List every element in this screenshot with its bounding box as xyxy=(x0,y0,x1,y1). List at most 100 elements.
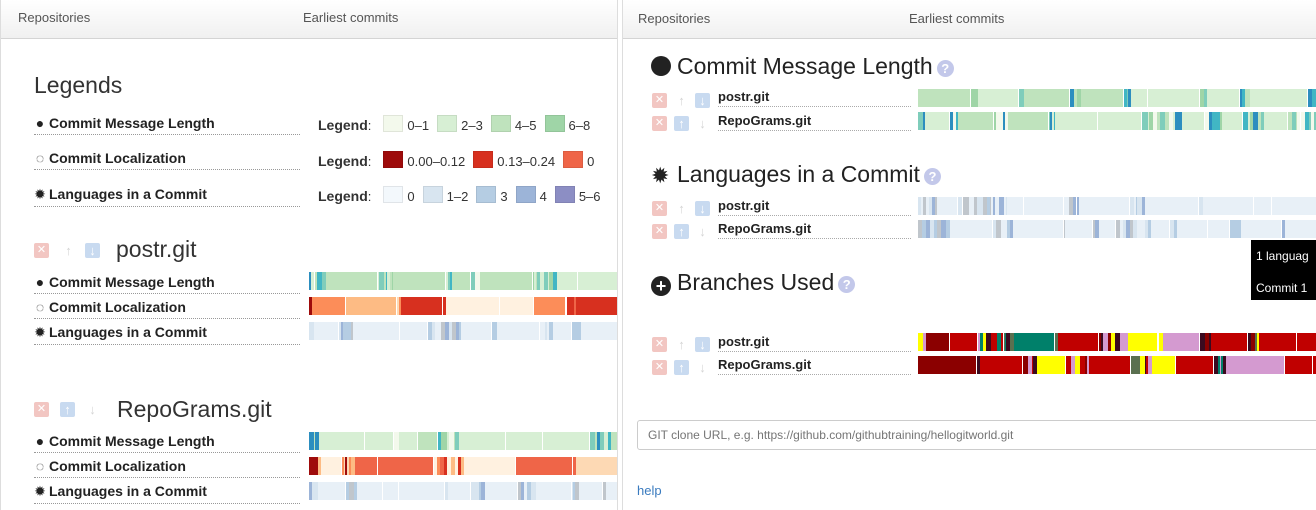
commit-block[interactable] xyxy=(979,356,1023,374)
remove-repo-icon[interactable]: ✕ xyxy=(34,402,49,417)
commit-block[interactable] xyxy=(1012,220,1063,238)
commit-block[interactable] xyxy=(1230,356,1284,374)
commit-block[interactable] xyxy=(1089,356,1131,374)
commit-block[interactable] xyxy=(496,322,540,340)
remove-repo-icon[interactable]: ✕ xyxy=(652,224,667,239)
commit-block[interactable] xyxy=(1007,197,1023,215)
commit-block[interactable] xyxy=(377,457,433,475)
commit-block[interactable] xyxy=(1023,197,1063,215)
postr-message-length-bar[interactable] xyxy=(309,272,617,290)
commit-block[interactable] xyxy=(1144,197,1198,215)
move-up-icon[interactable]: ↑ xyxy=(674,224,689,239)
move-down-icon[interactable]: ↓ xyxy=(695,201,710,216)
remove-repo-icon[interactable]: ✕ xyxy=(652,337,667,352)
commit-block[interactable] xyxy=(957,112,993,130)
commit-block[interactable] xyxy=(364,432,393,450)
postr-languages-bar[interactable] xyxy=(918,197,1316,215)
commit-block[interactable] xyxy=(1175,356,1214,374)
commit-block[interactable] xyxy=(1311,89,1316,107)
commit-block[interactable] xyxy=(576,457,617,475)
commit-block[interactable] xyxy=(553,322,572,340)
repograms-message-length-bar[interactable] xyxy=(918,112,1316,130)
move-up-icon[interactable]: ↑ xyxy=(60,402,75,417)
commit-block[interactable] xyxy=(1182,112,1204,130)
commit-block[interactable] xyxy=(354,457,377,475)
move-down-icon[interactable]: ↓ xyxy=(695,360,710,375)
move-down-icon[interactable]: ↓ xyxy=(695,116,710,131)
remove-repo-icon[interactable]: ✕ xyxy=(34,243,49,258)
commit-block[interactable] xyxy=(918,89,971,107)
move-up-icon[interactable]: ↑ xyxy=(61,243,76,258)
commit-block[interactable] xyxy=(506,432,542,450)
commit-block[interactable] xyxy=(1079,197,1129,215)
help-link[interactable]: help xyxy=(637,483,662,498)
commit-block[interactable] xyxy=(318,482,345,500)
repograms-message-length-bar[interactable] xyxy=(309,432,617,450)
commit-block[interactable] xyxy=(460,432,506,450)
commit-block[interactable] xyxy=(484,482,518,500)
commit-block[interactable] xyxy=(319,432,364,450)
postr-branches-bar[interactable] xyxy=(918,333,1316,351)
commit-block[interactable] xyxy=(605,482,617,500)
move-down-icon[interactable]: ↓ xyxy=(85,243,100,258)
commit-block[interactable] xyxy=(924,356,977,374)
remove-repo-icon[interactable]: ✕ xyxy=(652,93,667,108)
commit-block[interactable] xyxy=(382,482,399,500)
commit-block[interactable] xyxy=(418,432,437,450)
commit-block[interactable] xyxy=(1041,356,1065,374)
commit-block[interactable] xyxy=(950,333,978,351)
commit-block[interactable] xyxy=(1284,356,1313,374)
commit-block[interactable] xyxy=(1147,89,1199,107)
commit-block[interactable] xyxy=(398,432,418,450)
move-up-icon[interactable]: ↑ xyxy=(674,337,689,352)
commit-block[interactable] xyxy=(1285,220,1316,238)
commit-block[interactable] xyxy=(447,482,470,500)
nav-repositories[interactable]: Repositories xyxy=(18,10,90,25)
commit-block[interactable] xyxy=(464,457,516,475)
commit-block[interactable] xyxy=(1007,112,1049,130)
move-down-icon[interactable]: ↓ xyxy=(695,224,710,239)
commit-block[interactable] xyxy=(519,457,573,475)
commit-block[interactable] xyxy=(1151,220,1170,238)
commit-block[interactable] xyxy=(392,272,446,290)
commit-block[interactable] xyxy=(325,272,377,290)
commit-block[interactable] xyxy=(1015,333,1054,351)
commit-block[interactable] xyxy=(451,272,470,290)
commit-block[interactable] xyxy=(1081,89,1124,107)
commit-block[interactable] xyxy=(1211,333,1248,351)
remove-repo-icon[interactable]: ✕ xyxy=(652,116,667,131)
commit-block[interactable] xyxy=(576,297,617,315)
commit-block[interactable] xyxy=(1151,356,1175,374)
commit-block[interactable] xyxy=(357,482,382,500)
commit-block[interactable] xyxy=(1131,89,1147,107)
commit-block[interactable] xyxy=(1224,112,1243,130)
commit-block[interactable] xyxy=(611,432,617,450)
nav-repositories[interactable]: Repositories xyxy=(638,11,710,26)
commit-block[interactable] xyxy=(1181,220,1207,238)
commit-block[interactable] xyxy=(577,272,617,290)
commit-block[interactable] xyxy=(479,272,532,290)
commit-block[interactable] xyxy=(978,89,1019,107)
move-up-icon[interactable]: ↑ xyxy=(674,116,689,131)
repograms-branches-bar[interactable] xyxy=(918,356,1316,374)
move-up-icon[interactable]: ↑ xyxy=(674,201,689,216)
move-up-icon[interactable]: ↑ xyxy=(674,360,689,375)
commit-block[interactable] xyxy=(1054,112,1097,130)
commit-block[interactable] xyxy=(1254,197,1271,215)
commit-block[interactable] xyxy=(321,457,342,475)
commit-block[interactable] xyxy=(533,297,566,315)
commit-block[interactable] xyxy=(929,112,950,130)
commit-block[interactable] xyxy=(580,322,617,340)
commit-block[interactable] xyxy=(579,482,602,500)
commit-block[interactable] xyxy=(1202,197,1254,215)
commit-block[interactable] xyxy=(1253,89,1308,107)
postr-localization-bar[interactable] xyxy=(309,297,617,315)
help-icon[interactable]: ? xyxy=(838,276,856,293)
commit-block[interactable] xyxy=(399,482,444,500)
commit-block[interactable] xyxy=(1057,333,1099,351)
commit-block[interactable] xyxy=(446,297,499,315)
commit-block[interactable] xyxy=(1259,333,1296,351)
nav-earliest-commits[interactable]: Earliest commits xyxy=(303,10,398,25)
commit-block[interactable] xyxy=(399,322,428,340)
commit-block[interactable] xyxy=(400,297,443,315)
